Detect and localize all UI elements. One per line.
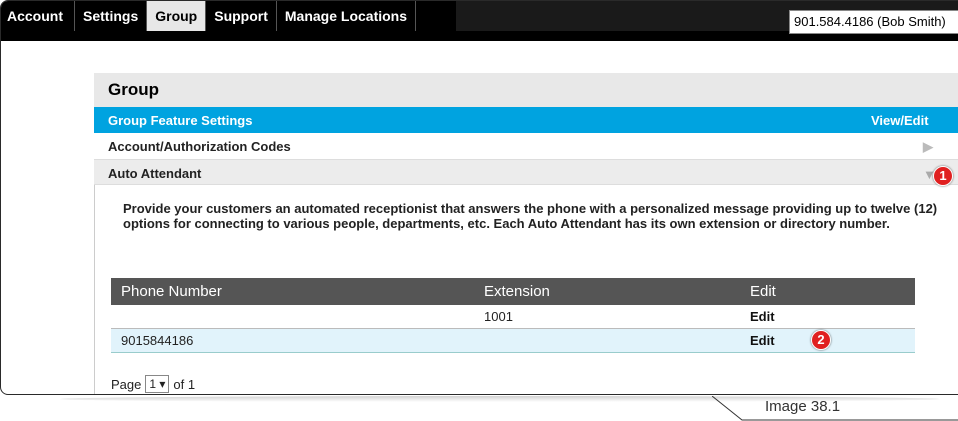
page-title: Group [108,80,159,99]
main-nav: Account Settings Group Support Manage Lo… [1,1,417,31]
group-header: Group [94,73,958,107]
feature-settings-label: Group Feature Settings [108,113,253,128]
table-row: 1001 Edit [111,305,915,329]
tab-support[interactable]: Support [206,1,277,31]
auto-attendant-description: Provide your customers an automated rece… [123,201,938,231]
tab-settings[interactable]: Settings [75,1,148,31]
user-selector[interactable]: 901.584.4186 (Bob Smith) [789,10,958,34]
group-feature-settings-bar: Group Feature Settings View/Edit [94,107,958,133]
pager-suffix: of 1 [173,376,196,392]
tab-manage-locations[interactable]: Manage Locations [277,1,417,31]
cell-phone: 9015844186 [121,333,194,348]
callout-badge-1: 1 [933,166,953,186]
feature-row-auto-attendant[interactable]: Auto Attendant ▼ [94,159,958,185]
callout-badge-2: 2 [811,330,831,350]
feature-row-label: Auto Attendant [108,166,202,181]
app-window: Account Settings Group Support Manage Lo… [0,0,958,395]
image-caption: Image 38.1 [765,398,841,415]
tab-account[interactable]: Account [1,1,75,31]
edit-link[interactable]: Edit [750,333,775,348]
edit-link[interactable]: Edit [750,309,775,324]
table-header: Phone Number Extension Edit [111,278,915,305]
column-header-phone: Phone Number [121,283,222,300]
pagination: Page 1 ▾ of 1 [111,375,195,393]
column-header-edit: Edit [750,283,776,300]
auto-attendant-table: Phone Number Extension Edit 1001 Edit 90… [111,278,915,353]
pager-prefix: Page [111,376,142,392]
feature-row-account-codes[interactable]: Account/Authorization Codes ▶ [94,133,958,159]
group-panel: Group Group Feature Settings View/Edit A… [94,73,958,394]
tab-group[interactable]: Group [147,1,207,31]
feature-row-label: Account/Authorization Codes [108,139,291,154]
table-row: 9015844186 Edit [111,329,915,353]
column-header-extension: Extension [484,283,550,300]
cell-extension: 1001 [484,309,513,324]
view-edit-link[interactable]: View/Edit [871,113,929,128]
expand-arrow-icon[interactable]: ▶ [923,139,933,155]
page-select[interactable]: 1 ▾ [145,375,170,393]
